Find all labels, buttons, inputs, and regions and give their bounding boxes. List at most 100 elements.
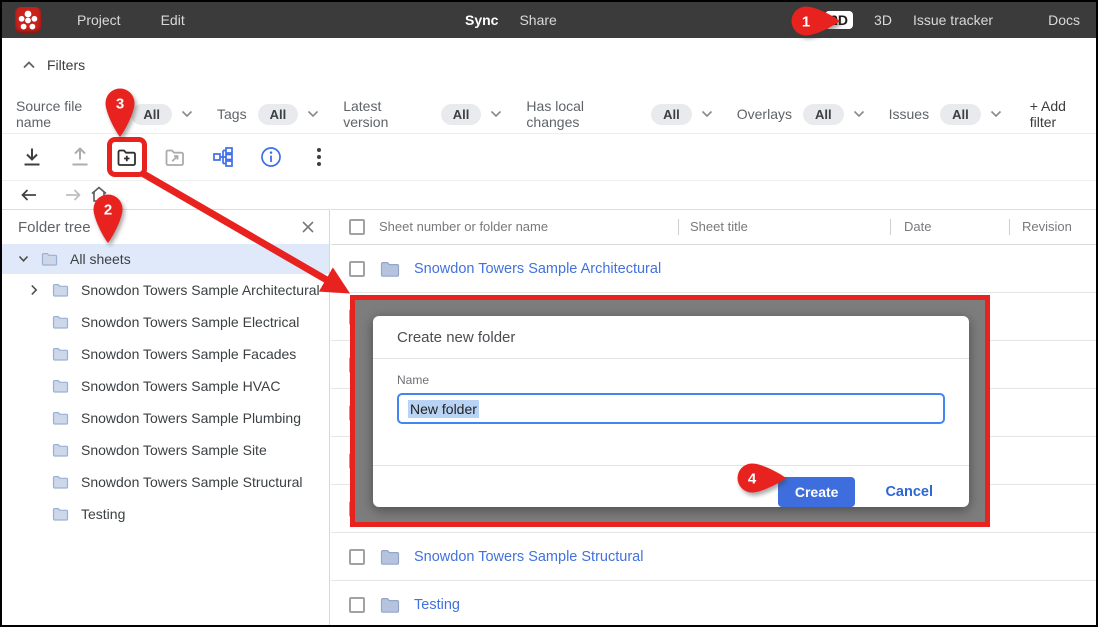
filter-label: Tags	[217, 106, 247, 122]
chevron-right-icon[interactable]	[30, 284, 44, 296]
row-checkbox[interactable]	[349, 261, 365, 277]
create-button[interactable]: Create	[778, 477, 856, 507]
folder-icon	[52, 443, 69, 457]
filter-value-pill[interactable]: All	[940, 104, 981, 125]
close-icon[interactable]	[301, 220, 315, 234]
tab-issue-tracker[interactable]: Issue tracker	[913, 12, 993, 28]
filter-source-file-name[interactable]: Source file name All	[16, 98, 193, 130]
tree-item-label: Snowdon Towers Sample Site	[81, 442, 267, 458]
folder-link[interactable]: Snowdon Towers Sample Structural	[414, 549, 643, 565]
tree-item-plumbing[interactable]: Snowdon Towers Sample Plumbing	[2, 402, 329, 434]
tree-item-label: Snowdon Towers Sample Architectural	[81, 282, 320, 298]
folder-name-input[interactable]: New folder	[397, 393, 945, 424]
tree-item-label: Snowdon Towers Sample Electrical	[81, 314, 299, 330]
column-header-sheet-title[interactable]: Sheet title	[690, 219, 748, 234]
tree-item-label: Snowdon Towers Sample Structural	[81, 474, 303, 490]
filter-value-pill[interactable]: All	[258, 104, 299, 125]
folder-icon	[52, 379, 69, 393]
tree-root-label: All sheets	[70, 251, 131, 267]
tree-item-label: Snowdon Towers Sample Facades	[81, 346, 296, 362]
create-folder-dialog: Create new folder Name New folder Create…	[373, 316, 969, 507]
chevron-down-icon[interactable]	[701, 110, 713, 118]
filter-value-pill[interactable]: All	[803, 104, 844, 125]
new-folder-icon[interactable]	[115, 146, 139, 170]
folder-icon	[380, 261, 400, 277]
tree-item-hvac[interactable]: Snowdon Towers Sample HVAC	[2, 370, 329, 402]
chevron-down-icon[interactable]	[181, 110, 193, 118]
tree-item-label: Snowdon Towers Sample HVAC	[81, 378, 280, 394]
tree-item-testing[interactable]: Testing	[2, 498, 329, 530]
more-options-icon[interactable]	[312, 145, 326, 169]
forward-icon[interactable]	[63, 185, 83, 205]
table-header: Sheet number or folder name Sheet title …	[331, 210, 1096, 245]
filter-label: Has local changes	[526, 98, 640, 130]
column-header-name[interactable]: Sheet number or folder name	[379, 219, 548, 234]
filters-toggle[interactable]: Filters	[22, 57, 85, 73]
chevron-down-icon[interactable]	[307, 110, 319, 118]
add-filter-button[interactable]: + Add filter	[1030, 98, 1096, 130]
tab-docs[interactable]: Docs	[1048, 12, 1080, 28]
selected-input-text: New folder	[408, 400, 479, 418]
navigation-row	[2, 182, 1096, 209]
chevron-down-icon[interactable]	[18, 255, 29, 263]
chevron-up-icon	[22, 60, 36, 70]
table-row-architectural[interactable]: Snowdon Towers Sample Architectural	[331, 245, 1096, 293]
tab-3d[interactable]: 3D	[874, 12, 892, 28]
filter-tags[interactable]: Tags All	[217, 104, 319, 125]
filter-label: Latest version	[343, 98, 430, 130]
tree-view-icon[interactable]	[211, 145, 235, 169]
select-all-checkbox[interactable]	[349, 219, 365, 235]
table-row-structural[interactable]: Snowdon Towers Sample Structural	[331, 533, 1096, 581]
modal-annotation-frame: Create new folder Name New folder Create…	[350, 295, 990, 527]
download-icon[interactable]	[20, 145, 44, 169]
column-header-revision[interactable]: Revision	[1022, 219, 1072, 234]
filter-value-pill[interactable]: All	[651, 104, 692, 125]
move-to-folder-icon[interactable]	[163, 146, 187, 170]
info-icon[interactable]	[259, 145, 283, 169]
folder-icon	[380, 549, 400, 565]
upload-icon[interactable]	[68, 145, 92, 169]
menu-sync[interactable]: Sync	[465, 12, 498, 28]
name-field-label: Name	[397, 373, 945, 387]
filter-label: Overlays	[737, 106, 792, 122]
chevron-down-icon[interactable]	[490, 110, 502, 118]
tree-item-facades[interactable]: Snowdon Towers Sample Facades	[2, 338, 329, 370]
revizto-logo-icon[interactable]	[15, 7, 41, 33]
tree-item-label: Snowdon Towers Sample Plumbing	[81, 410, 301, 426]
filter-value-pill[interactable]: All	[441, 104, 482, 125]
folder-icon	[380, 597, 400, 613]
folder-icon	[52, 347, 69, 361]
filter-has-local-changes[interactable]: Has local changes All	[526, 98, 712, 130]
tree-item-architectural[interactable]: Snowdon Towers Sample Architectural	[2, 274, 329, 306]
filters-title: Filters	[47, 57, 85, 73]
menu-edit[interactable]: Edit	[161, 12, 185, 28]
folder-link[interactable]: Snowdon Towers Sample Architectural	[414, 261, 661, 277]
menu-project[interactable]: Project	[77, 12, 121, 28]
top-menu-bar: Project Edit Sync Share 2D 3D Issue trac…	[2, 2, 1096, 38]
row-checkbox[interactable]	[349, 597, 365, 613]
folder-tree-title: Folder tree	[18, 219, 91, 236]
column-header-date[interactable]: Date	[904, 219, 931, 234]
filter-value-pill[interactable]: All	[131, 104, 172, 125]
tree-item-site[interactable]: Snowdon Towers Sample Site	[2, 434, 329, 466]
chevron-down-icon[interactable]	[853, 110, 865, 118]
folder-link[interactable]: Testing	[414, 597, 460, 613]
folder-tree-panel: Folder tree All sheets Snowdon Towers Sa…	[2, 209, 330, 625]
menu-share[interactable]: Share	[519, 12, 556, 28]
tab-2d[interactable]: 2D	[825, 11, 853, 29]
folder-icon	[52, 507, 69, 521]
tree-item-structural[interactable]: Snowdon Towers Sample Structural	[2, 466, 329, 498]
row-checkbox[interactable]	[349, 549, 365, 565]
cancel-button[interactable]: Cancel	[885, 484, 933, 500]
filter-latest-version[interactable]: Latest version All	[343, 98, 502, 130]
table-row-testing[interactable]: Testing	[331, 581, 1096, 627]
chevron-down-icon[interactable]	[990, 110, 1002, 118]
dialog-title: Create new folder	[373, 316, 969, 359]
back-icon[interactable]	[19, 185, 39, 205]
tree-item-electrical[interactable]: Snowdon Towers Sample Electrical	[2, 306, 329, 338]
folder-icon	[52, 283, 69, 297]
filter-issues[interactable]: Issues All	[889, 104, 1002, 125]
filter-overlays[interactable]: Overlays All	[737, 104, 865, 125]
tree-root-all-sheets[interactable]: All sheets	[2, 244, 329, 274]
home-icon[interactable]	[89, 184, 109, 204]
